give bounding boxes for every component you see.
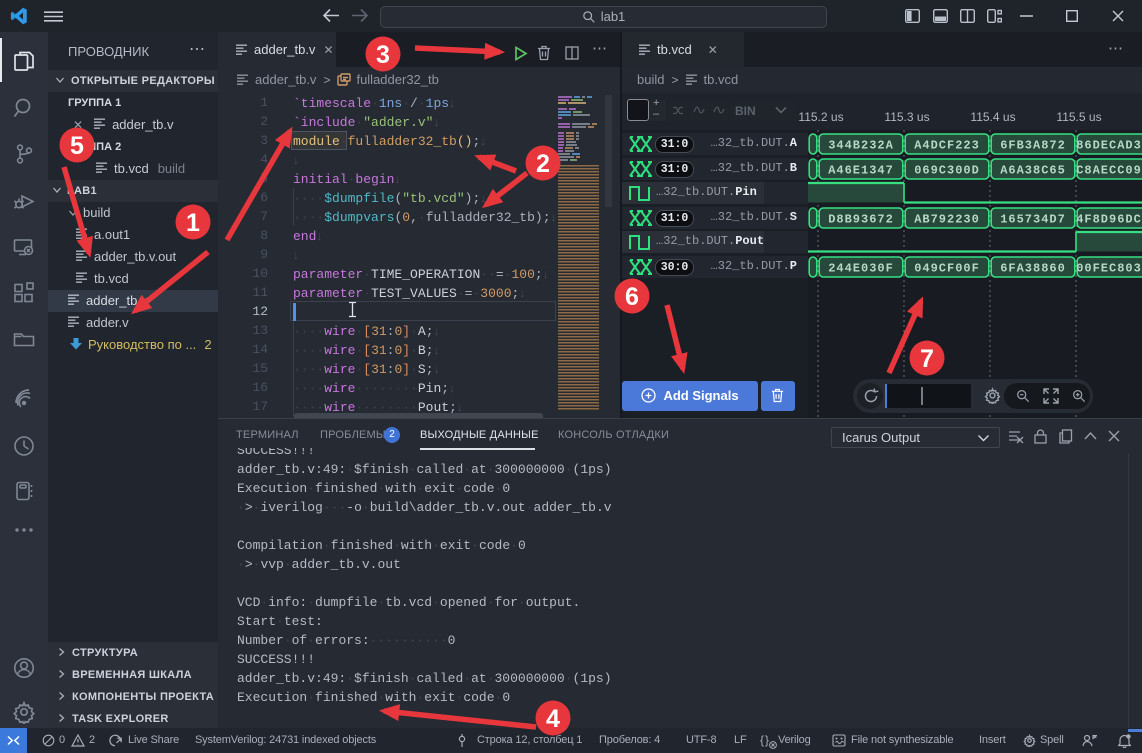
svg-text:069C300D: 069C300D (914, 164, 980, 178)
svg-text:049CF00F: 049CF00F (914, 262, 980, 276)
svg-text:4F8D96DC: 4F8D96DC (1076, 213, 1142, 227)
svg-text:244E030F: 244E030F (828, 262, 894, 276)
svg-text:C8AECC09: C8AECC09 (1076, 164, 1142, 178)
svg-text:D8B93672: D8B93672 (828, 213, 894, 227)
svg-text:A46E1347: A46E1347 (828, 164, 894, 178)
svg-text:6FA38860: 6FA38860 (1000, 262, 1066, 276)
svg-text:344B232A: 344B232A (828, 139, 894, 153)
svg-text:A6A38C65: A6A38C65 (1000, 164, 1066, 178)
svg-text:86DECAD3: 86DECAD3 (1076, 139, 1142, 153)
svg-text:165734D7: 165734D7 (1000, 213, 1066, 227)
svg-text:00FEC803: 00FEC803 (1076, 262, 1142, 276)
svg-text:AB792230: AB792230 (914, 213, 980, 227)
svg-text:6FB3A872: 6FB3A872 (1000, 139, 1066, 153)
svg-text:A4DCF223: A4DCF223 (914, 139, 980, 153)
